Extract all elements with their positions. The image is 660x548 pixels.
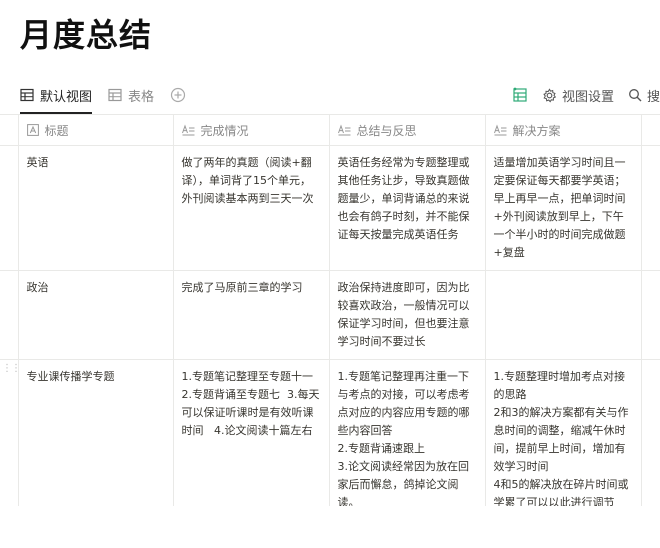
- column-header-label: 解决方案: [512, 123, 561, 138]
- tab-label: 默认视图: [40, 89, 93, 105]
- view-toolbar: 视图设置 搜: [512, 80, 660, 110]
- cell-done-text: 做了两年的真题（阅读+翻译），单词背了15个单元，外刊阅读基本两到三天一次: [181, 156, 314, 205]
- cell-solution-text: 1.专题整理时增加考点对接的思路 2和3的解决方案都有关与作息时间的调整，缩减午…: [493, 370, 629, 506]
- cell-overflow: [641, 270, 660, 360]
- cell-summary-text: 英语任务经常为专题整理或其他任务让步，导致真题做题量少，单词背诵总的来说也会有鸽…: [337, 156, 470, 241]
- text-lines-icon: [337, 124, 351, 136]
- text-a-icon: [26, 124, 39, 136]
- row-gutter: ⋮⋮: [0, 359, 21, 506]
- view-settings-button[interactable]: 视图设置: [542, 86, 614, 105]
- row-gutter: [0, 114, 19, 146]
- cell-summary[interactable]: 政治保持进度即可，因为比较喜欢政治，一般情况可以保证学习时间，但也要注意学习时间…: [328, 270, 486, 360]
- plus-circle-icon[interactable]: [170, 87, 186, 103]
- column-header-title[interactable]: 标题: [17, 114, 174, 146]
- cell-done[interactable]: 做了两年的真题（阅读+翻译），单词背了15个单元，外刊阅读基本两到三天一次: [172, 145, 330, 271]
- column-header-label: 标题: [44, 123, 69, 138]
- cell-solution[interactable]: 适量增加英语学习时间且一定要保证每天都要学英语；早上再早一点，把单词时间+外刊阅…: [484, 145, 642, 271]
- cell-summary[interactable]: 英语任务经常为专题整理或其他任务让步，导致真题做题量少，单词背诵总的来说也会有鸽…: [328, 145, 486, 271]
- tab-default-view[interactable]: 默认视图: [20, 80, 93, 114]
- table-icon: [108, 88, 122, 102]
- cell-title[interactable]: 英语: [17, 145, 174, 271]
- cell-title-text: 专业课传播学专题: [26, 370, 115, 383]
- cell-done[interactable]: 完成了马原前三章的学习: [172, 270, 330, 360]
- column-header-overflow: [641, 114, 660, 146]
- cell-done[interactable]: 1.专题笔记整理至专题十一 2.专题背诵至专题七 3.每天可以保证听课时是有效听…: [172, 359, 330, 506]
- search-label: 搜: [646, 89, 660, 105]
- table-row[interactable]: 政治 完成了马原前三章的学习 政治保持进度即可，因为比较喜欢政治，一般情况可以保…: [0, 270, 660, 360]
- row-gutter: [0, 145, 19, 271]
- search-icon: [628, 88, 642, 102]
- cell-done-text: 完成了马原前三章的学习: [181, 281, 303, 294]
- cell-title-text: 政治: [26, 281, 49, 294]
- tab-label: 表格: [128, 89, 155, 105]
- column-header-done[interactable]: 完成情况: [172, 114, 330, 146]
- cell-title-text: 英语: [26, 156, 49, 169]
- table-layout-icon[interactable]: [512, 87, 528, 103]
- cell-summary[interactable]: 1.专题笔记整理再注重一下与考点的对接，可以考虑考点对应的内容应用专题的哪些内容…: [328, 359, 486, 506]
- view-bar: 默认视图 表格 视图设置 搜: [20, 80, 660, 114]
- database-table: 标题 完成情况 总结与反思 解决方案 英语 做了两年的真题（阅读+翻译），单词背…: [0, 114, 660, 506]
- drag-handle-icon[interactable]: ⋮⋮: [2, 364, 21, 374]
- table-icon: [20, 88, 34, 102]
- table-row[interactable]: ⋮⋮ 专业课传播学专题 1.专题笔记整理至专题十一 2.专题背诵至专题七 3.每…: [0, 359, 660, 506]
- search-button[interactable]: 搜: [628, 86, 660, 105]
- table-row[interactable]: 英语 做了两年的真题（阅读+翻译），单词背了15个单元，外刊阅读基本两到三天一次…: [0, 145, 660, 271]
- column-header-label: 总结与反思: [356, 123, 417, 138]
- cell-solution[interactable]: [484, 270, 642, 360]
- column-header-solution[interactable]: 解决方案: [484, 114, 642, 146]
- cell-summary-text: 1.专题笔记整理再注重一下与考点的对接，可以考虑考点对应的内容应用专题的哪些内容…: [337, 370, 470, 506]
- text-lines-icon: [493, 124, 507, 136]
- cell-solution-text: 适量增加英语学习时间且一定要保证每天都要学英语；早上再早一点，把单词时间+外刊阅…: [493, 156, 626, 259]
- cell-done-text: 1.专题笔记整理至专题十一 2.专题背诵至专题七 3.每天可以保证听课时是有效听…: [181, 370, 324, 437]
- cell-title[interactable]: 专业课传播学专题: [17, 359, 174, 506]
- cell-solution[interactable]: 1.专题整理时增加考点对接的思路 2和3的解决方案都有关与作息时间的调整，缩减午…: [484, 359, 642, 506]
- cell-overflow: [641, 359, 660, 506]
- tab-table[interactable]: 表格: [108, 80, 154, 110]
- column-header-label: 完成情况: [200, 123, 249, 138]
- text-lines-icon: [181, 124, 195, 136]
- column-header-summary[interactable]: 总结与反思: [328, 114, 486, 146]
- table-header-row: 标题 完成情况 总结与反思 解决方案: [0, 114, 660, 146]
- row-gutter: [0, 270, 19, 360]
- view-settings-label: 视图设置: [561, 89, 614, 105]
- page-title: 月度总结: [20, 16, 153, 54]
- cell-summary-text: 政治保持进度即可，因为比较喜欢政治，一般情况可以保证学习时间，但也要注意学习时间…: [337, 281, 470, 348]
- cell-title[interactable]: 政治: [17, 270, 174, 360]
- gear-icon: [542, 87, 557, 103]
- cell-solution-text: [486, 271, 641, 287]
- cell-overflow: [641, 145, 660, 271]
